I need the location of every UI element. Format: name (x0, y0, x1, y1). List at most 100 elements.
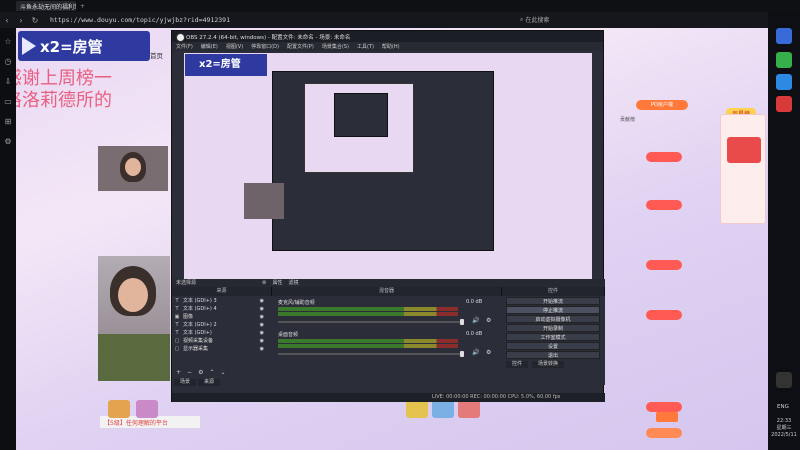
source-item[interactable]: T 文本 (GDI+) 3 ◉ (174, 297, 264, 305)
gift-panel[interactable] (720, 114, 766, 224)
gift-item[interactable] (108, 400, 130, 418)
obs-preview[interactable]: x2=房管 (184, 53, 592, 283)
mixer-channel-level: 0.0 dB (466, 299, 483, 305)
wechat-icon[interactable] (776, 52, 792, 68)
filters-button[interactable]: 滤镜 (289, 279, 299, 287)
address-bar: ‹ › ↻ https://www.douyu.com/topic/yjwjbz… (0, 12, 800, 28)
eye-icon[interactable]: ◉ (260, 337, 264, 345)
source-item[interactable]: T 文本 (GDI+) ◉ (174, 329, 264, 337)
eye-icon[interactable]: ◉ (260, 345, 264, 353)
mixer-channel-level: 0.0 dB (466, 331, 483, 337)
system-clock[interactable]: 22:33 星期三 2022/5/11 (770, 418, 798, 439)
source-item[interactable]: T 文本 (GDI+) 4 ◉ (174, 305, 264, 313)
rank-label[interactable]: 贡献榜 (620, 116, 635, 123)
tab-scenes[interactable]: 场景 (174, 379, 197, 386)
properties-button[interactable]: 属性 (273, 279, 283, 287)
stop-streaming-button[interactable]: 停止推流 (506, 306, 600, 314)
volume-meter (278, 312, 458, 316)
volume-knob[interactable] (460, 319, 464, 325)
client-badge[interactable]: PO房户端 (636, 100, 688, 110)
start-recording-button[interactable]: 开始录制 (506, 324, 600, 332)
eye-icon[interactable]: ◉ (260, 321, 264, 329)
source-label: 显示器采集 (183, 346, 209, 352)
text-icon: T (175, 322, 179, 328)
settings-icon[interactable]: ⚙ (2, 136, 14, 148)
audio-mixer: 麦克风/辅助音频 0.0 dB 🔊 ⚙ 桌面音频 0.0 dB 🔊 ⚙ (276, 297, 502, 377)
remove-icon[interactable]: − (187, 369, 192, 376)
app-icon[interactable] (776, 28, 792, 44)
tab-controls[interactable]: 控件 (506, 361, 529, 368)
gear-icon[interactable]: ⚙ (262, 279, 266, 287)
tab-sources[interactable]: 来源 (198, 379, 221, 386)
eye-icon[interactable]: ◉ (260, 297, 264, 305)
tray-icon[interactable] (776, 372, 792, 388)
browser-tab[interactable]: 斗鱼永劫无间的福利掌 ✕ (16, 1, 76, 11)
app-icon[interactable] (776, 74, 792, 90)
language-indicator[interactable]: ENG (777, 404, 789, 410)
menu-edit[interactable]: 编辑(E) (201, 43, 218, 50)
chat-icon[interactable]: ▭ (2, 96, 14, 108)
source-label: 图像 (183, 314, 194, 320)
app-icon[interactable] (776, 96, 792, 112)
volume-meter (278, 339, 458, 343)
volume-knob[interactable] (460, 351, 464, 357)
source-item[interactable]: ▣ 图像 ◉ (174, 313, 264, 321)
source-item[interactable]: T 文本 (GDI+) 2 ◉ (174, 321, 264, 329)
virtual-camera-button[interactable]: 启动虚拟摄像机 (506, 315, 600, 323)
source-label: 视频采集设备 (183, 338, 214, 344)
url-field[interactable]: https://www.douyu.com/topic/yjwjbz?rid=4… (50, 16, 230, 24)
back-icon[interactable]: ‹ (0, 16, 14, 25)
webcam-preview-large (98, 256, 170, 381)
gear-icon[interactable]: ⚙ (486, 317, 491, 324)
tab-transitions[interactable]: 场景转换 (532, 361, 565, 368)
gift-item[interactable] (432, 400, 454, 418)
send-button[interactable] (656, 412, 678, 422)
download-icon[interactable]: ⇩ (2, 76, 14, 88)
gift-item[interactable] (136, 400, 158, 418)
favorites-icon[interactable]: ☆ (2, 36, 14, 48)
mixer-channel-name: 桌面音频 (278, 332, 299, 338)
menu-file[interactable]: 文件(F) (176, 43, 193, 50)
menu-view[interactable]: 视图(V) (226, 43, 243, 50)
new-tab-icon[interactable]: + (80, 3, 85, 10)
history-icon[interactable]: ◷ (2, 56, 14, 68)
menu-help[interactable]: 帮助(H) (382, 43, 400, 50)
source-label: 文本 (GDI+) 4 (183, 306, 217, 312)
source-item[interactable]: ▢ 显示器采集 ◉ (174, 345, 264, 353)
settings-button[interactable]: 设置 (506, 342, 600, 350)
exit-button[interactable]: 退出 (506, 351, 600, 359)
search-box[interactable]: ⌕ 在此搜索 (520, 15, 550, 25)
search-label: 在此搜索 (525, 17, 550, 24)
volume-slider[interactable] (278, 321, 463, 323)
refresh-icon[interactable]: ↻ (28, 16, 42, 25)
eye-icon[interactable]: ◉ (260, 305, 264, 313)
tab-title: 斗鱼永劫无间的福利掌 (20, 3, 76, 11)
gift-item[interactable] (458, 400, 480, 418)
eye-icon[interactable]: ◉ (260, 329, 264, 337)
source-item[interactable]: ▢ 视频采集设备 ◉ (174, 337, 264, 345)
eye-icon[interactable]: ◉ (260, 313, 264, 321)
gift-item[interactable] (406, 400, 428, 418)
volume-slider[interactable] (278, 353, 463, 355)
gear-icon[interactable]: ⚙ (486, 349, 491, 356)
studio-mode-button[interactable]: 工作室模式 (506, 333, 600, 341)
menu-scene-collection[interactable]: 场景集合(S) (322, 43, 349, 50)
menu-profile[interactable]: 配置文件(P) (287, 43, 314, 50)
menu-tools[interactable]: 工具(T) (357, 43, 374, 50)
speaker-icon[interactable]: 🔊 (472, 349, 479, 356)
cart-icon[interactable]: ⊞ (2, 116, 14, 128)
menu-docks[interactable]: 停靠窗口(D) (251, 43, 279, 50)
up-icon[interactable]: ⌃ (209, 369, 214, 376)
home-link[interactable]: 首页 (150, 50, 163, 60)
start-streaming-button[interactable]: 开始推流 (506, 297, 600, 305)
clock-time: 22:33 (776, 418, 792, 424)
add-icon[interactable]: + (176, 369, 181, 376)
no-source-label: 未选择源 (176, 280, 197, 286)
speaker-icon[interactable]: 🔊 (472, 317, 479, 324)
obs-titlebar[interactable]: OBS 27.2.4 (64-bit, windows) - 配置文件: 未命名… (172, 31, 603, 42)
gear-icon[interactable]: ⚙ (198, 369, 203, 376)
ranking-panel: PO房户端 贡献榜 (616, 100, 712, 438)
screen: 斗鱼永劫无间的福利掌 ✕ + ‹ › ↻ https://www.douyu.c… (0, 0, 800, 450)
down-icon[interactable]: ⌄ (220, 369, 225, 376)
forward-icon[interactable]: › (14, 16, 28, 25)
